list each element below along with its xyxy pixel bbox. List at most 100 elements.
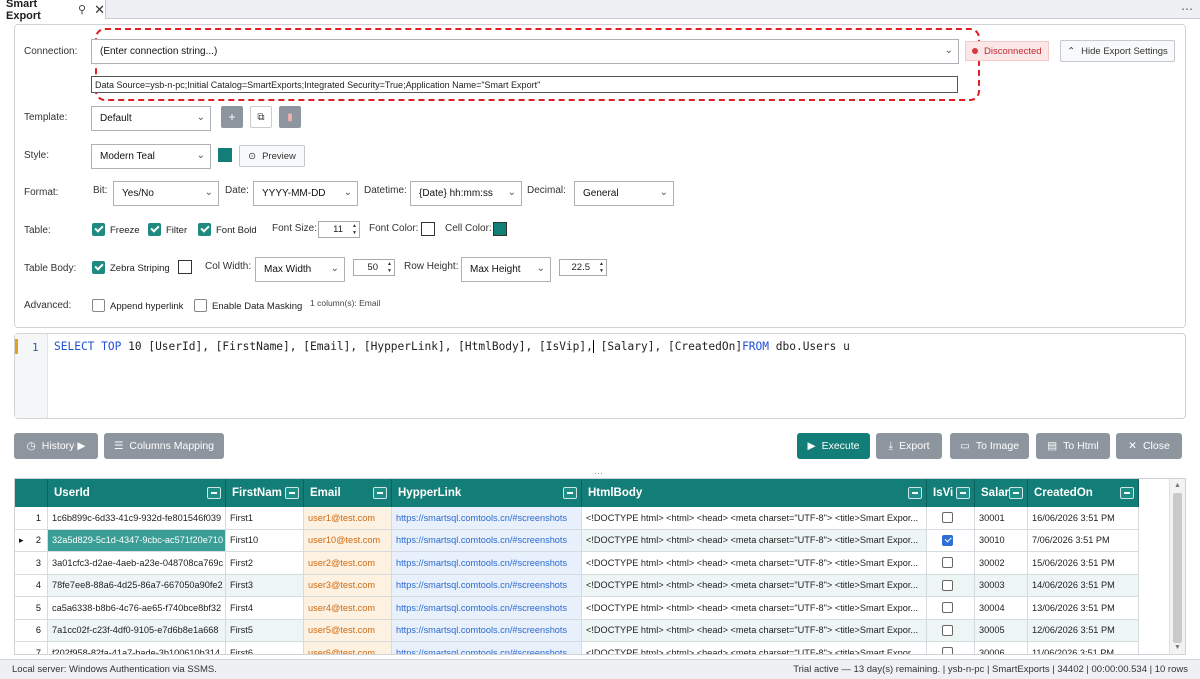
filter-icon[interactable] xyxy=(1009,487,1023,499)
close-tab-icon[interactable]: ✕ xyxy=(94,2,105,18)
table-row[interactable]: ▸ 2 32a5d829-5c1d-4347-9cbc-ac571f20e710 Fi… xyxy=(15,529,1139,552)
isvip-checkbox[interactable] xyxy=(942,534,953,546)
isvip-checkbox[interactable] xyxy=(942,557,953,569)
cell-hyperlink[interactable]: https://smartsql.comtools.cn/#screenshot… xyxy=(392,507,582,530)
pin-icon[interactable]: ⚲ xyxy=(78,3,86,16)
cell-createdon[interactable]: 13/06/2026 3:51 PM xyxy=(1028,597,1139,620)
cell-userid[interactable]: 7a1cc02f-c23f-4df0-9105-e7d6b8e1a668 xyxy=(48,619,226,642)
filter-checkbox[interactable] xyxy=(148,223,161,236)
cell-hyperlink[interactable]: https://smartsql.comtools.cn/#screenshot… xyxy=(392,642,582,654)
cell-email[interactable]: user3@test.com xyxy=(304,574,392,597)
columns-mapping-button[interactable]: ☰ Columns Mapping xyxy=(104,433,224,459)
cell-isvip[interactable] xyxy=(927,574,975,597)
open-template-button[interactable]: ⧉ xyxy=(250,106,272,128)
export-button[interactable]: ⤓ Export xyxy=(876,433,942,459)
cell-email[interactable]: user6@test.com xyxy=(304,642,392,654)
cell-salary[interactable]: 30006 xyxy=(975,642,1028,654)
cell-userid[interactable]: 32a5d829-5c1d-4347-9cbc-ac571f20e710 xyxy=(48,529,226,552)
cell-email[interactable]: user2@test.com xyxy=(304,552,392,575)
cell-hyperlink[interactable]: https://smartsql.comtools.cn/#screenshot… xyxy=(392,529,582,552)
cell-firstname[interactable]: First6 xyxy=(226,642,304,654)
column-header-createdon[interactable]: CreatedOn xyxy=(1028,479,1139,507)
cell-firstname[interactable]: First2 xyxy=(226,552,304,575)
cell-isvip[interactable] xyxy=(927,529,975,552)
cell-userid[interactable]: 3a01cfc3-d2ae-4aeb-a23e-048708ca769c xyxy=(48,552,226,575)
filter-icon[interactable] xyxy=(563,487,577,499)
cell-createdon[interactable]: 15/06/2026 3:51 PM xyxy=(1028,552,1139,575)
filter-icon[interactable] xyxy=(956,487,970,499)
style-select[interactable]: Modern Teal ⌄ xyxy=(91,144,211,169)
cell-userid[interactable]: f202f958-82fa-41a7-bade-3b100610b314 xyxy=(48,642,226,654)
cell-userid[interactable]: 78fe7ee8-88a6-4d25-86a7-667050a90fe2 xyxy=(48,574,226,597)
cell-createdon[interactable]: 12/06/2026 3:51 PM xyxy=(1028,619,1139,642)
cell-htmlbody[interactable]: <!DOCTYPE html> <html> <head> <meta char… xyxy=(582,619,927,642)
cell-email[interactable]: user4@test.com xyxy=(304,597,392,620)
filter-icon[interactable] xyxy=(908,487,922,499)
sql-code-line[interactable]: SELECT TOP 10 [UserId], [FirstName], [Em… xyxy=(54,340,850,353)
row-height-stepper[interactable]: 22.5 ▲ ▼ xyxy=(559,259,607,276)
column-header-isvip[interactable]: IsVi xyxy=(927,479,975,507)
cell-hyperlink[interactable]: https://smartsql.comtools.cn/#screenshot… xyxy=(392,574,582,597)
cell-htmlbody[interactable]: <!DOCTYPE html> <html> <head> <meta char… xyxy=(582,597,927,620)
vertical-scrollbar[interactable]: ▲ ▼ xyxy=(1169,479,1185,654)
column-header-hypperlink[interactable]: HypperLink xyxy=(392,479,582,507)
row-number[interactable]: 7 xyxy=(15,642,48,654)
close-button[interactable]: ✕ Close xyxy=(1116,433,1182,459)
cell-firstname[interactable]: First1 xyxy=(226,507,304,530)
col-width-stepper[interactable]: 50 ▲ ▼ xyxy=(353,259,395,276)
table-row[interactable]: 6 7a1cc02f-c23f-4df0-9105-e7d6b8e1a668 Fir… xyxy=(15,619,1139,642)
to-html-button[interactable]: ▤ To Html xyxy=(1036,433,1110,459)
cell-isvip[interactable] xyxy=(927,552,975,575)
cell-createdon[interactable]: 16/06/2026 3:51 PM xyxy=(1028,507,1139,530)
add-template-button[interactable]: + xyxy=(221,106,243,128)
column-header-email[interactable]: Email xyxy=(304,479,392,507)
cell-userid[interactable]: 1c6b899c-6d33-41c9-932d-fe801546f039 xyxy=(48,507,226,530)
filter-icon[interactable] xyxy=(373,487,387,499)
zebra-striping-checkbox[interactable] xyxy=(92,261,105,274)
cell-email[interactable]: user5@test.com xyxy=(304,619,392,642)
scroll-down-icon[interactable]: ▼ xyxy=(1174,644,1181,651)
row-number[interactable]: 6 xyxy=(15,619,48,642)
cell-color-swatch[interactable] xyxy=(493,222,507,236)
col-width-select[interactable]: Max Width ⌄ xyxy=(255,257,345,282)
stepper-arrows-icon[interactable]: ▲ ▼ xyxy=(387,261,392,275)
row-number[interactable]: 1 xyxy=(15,507,48,530)
zebra-color-swatch[interactable] xyxy=(178,260,192,274)
template-select[interactable]: Default ⌄ xyxy=(91,106,211,131)
bit-format-select[interactable]: Yes/No ⌄ xyxy=(113,181,219,206)
font-bold-checkbox[interactable] xyxy=(198,223,211,236)
cell-salary[interactable]: 30010 xyxy=(975,529,1028,552)
isvip-checkbox[interactable] xyxy=(942,579,953,591)
cell-salary[interactable]: 30001 xyxy=(975,507,1028,530)
cell-isvip[interactable] xyxy=(927,619,975,642)
cell-isvip[interactable] xyxy=(927,507,975,530)
datetime-format-select[interactable]: {Date} hh:mm:ss ⌄ xyxy=(410,181,522,206)
delete-template-button[interactable]: ▮ xyxy=(279,106,301,128)
cell-firstname[interactable]: First5 xyxy=(226,619,304,642)
date-format-select[interactable]: YYYY-MM-DD ⌄ xyxy=(253,181,358,206)
cell-email[interactable]: user1@test.com xyxy=(304,507,392,530)
table-row[interactable]: 7 f202f958-82fa-41a7-bade-3b100610b314 Fir… xyxy=(15,642,1139,654)
table-row[interactable]: 3 3a01cfc3-d2ae-4aeb-a23e-048708ca769c Fir… xyxy=(15,552,1139,575)
cell-salary[interactable]: 30004 xyxy=(975,597,1028,620)
execute-button[interactable]: ▶ Execute xyxy=(797,433,870,459)
table-row[interactable]: 5 ca5a6338-b8b6-4c76-ae65-f740bce8bf32 Fir… xyxy=(15,597,1139,620)
table-row[interactable]: 4 78fe7ee8-88a6-4d25-86a7-667050a90fe2 Fir… xyxy=(15,574,1139,597)
cell-isvip[interactable] xyxy=(927,597,975,620)
column-header-htmlbody[interactable]: HtmlBody xyxy=(582,479,927,507)
cell-htmlbody[interactable]: <!DOCTYPE html> <html> <head> <meta char… xyxy=(582,642,927,654)
tab-menu-icon[interactable]: ⋯ xyxy=(1181,2,1194,16)
hide-export-settings-button[interactable]: ⌃ Hide Export Settings xyxy=(1060,40,1175,62)
history-button[interactable]: ◷ History ▶ xyxy=(14,433,98,459)
cell-createdon[interactable]: 14/06/2026 3:51 PM xyxy=(1028,574,1139,597)
cell-firstname[interactable]: First4 xyxy=(226,597,304,620)
connection-select[interactable]: (Enter connection string...) ⌄ xyxy=(91,39,959,64)
cell-createdon[interactable]: 7/06/2026 3:51 PM xyxy=(1028,529,1139,552)
cell-hyperlink[interactable]: https://smartsql.comtools.cn/#screenshot… xyxy=(392,552,582,575)
cell-htmlbody[interactable]: <!DOCTYPE html> <html> <head> <meta char… xyxy=(582,507,927,530)
isvip-checkbox[interactable] xyxy=(942,602,953,614)
font-size-stepper[interactable]: 11 ▲ ▼ xyxy=(318,221,360,238)
cell-firstname[interactable]: First10 xyxy=(226,529,304,552)
row-number[interactable]: ▸ 2 xyxy=(15,529,48,552)
cell-htmlbody[interactable]: <!DOCTYPE html> <html> <head> <meta char… xyxy=(582,574,927,597)
